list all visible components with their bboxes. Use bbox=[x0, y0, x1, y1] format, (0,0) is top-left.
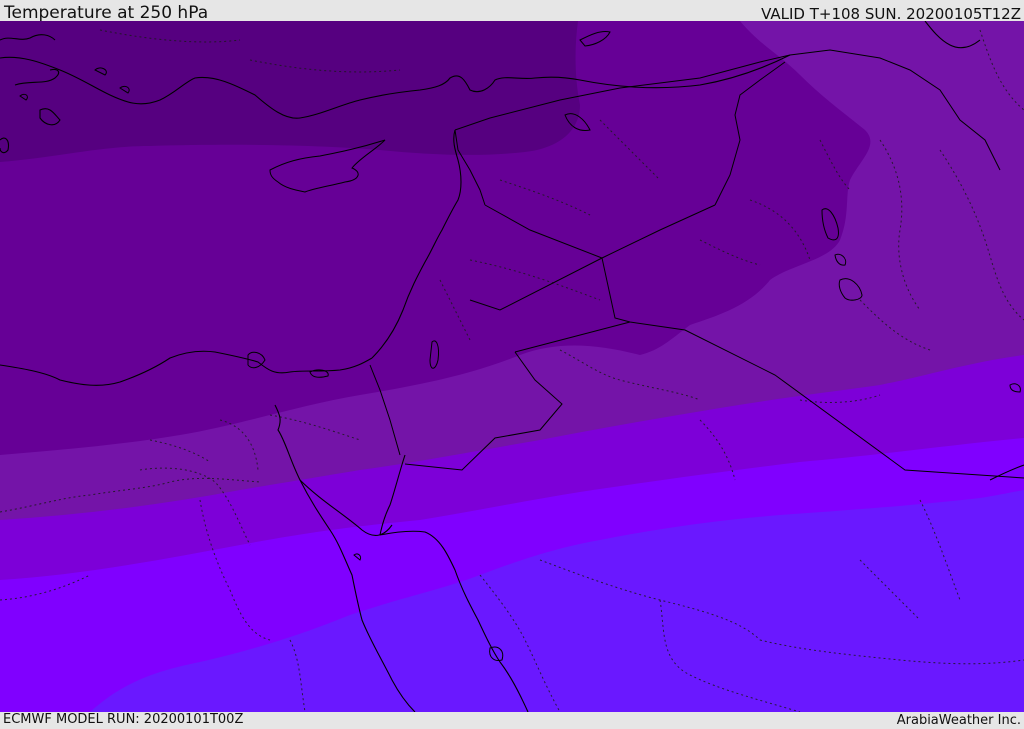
map-title: Temperature at 250 hPa bbox=[4, 3, 209, 23]
model-run-label: ECMWF MODEL RUN: 20200101T00Z bbox=[3, 712, 244, 727]
header-bar: Temperature at 250 hPa VALID T+108 SUN. … bbox=[0, 0, 1024, 23]
footer-bar: ECMWF MODEL RUN: 20200101T00Z ArabiaWeat… bbox=[0, 712, 1024, 729]
temperature-map[interactable] bbox=[0, 21, 1024, 712]
map-frame: Temperature at 250 hPa VALID T+108 SUN. … bbox=[0, 0, 1024, 729]
credit-label: ArabiaWeather Inc. bbox=[896, 713, 1021, 728]
